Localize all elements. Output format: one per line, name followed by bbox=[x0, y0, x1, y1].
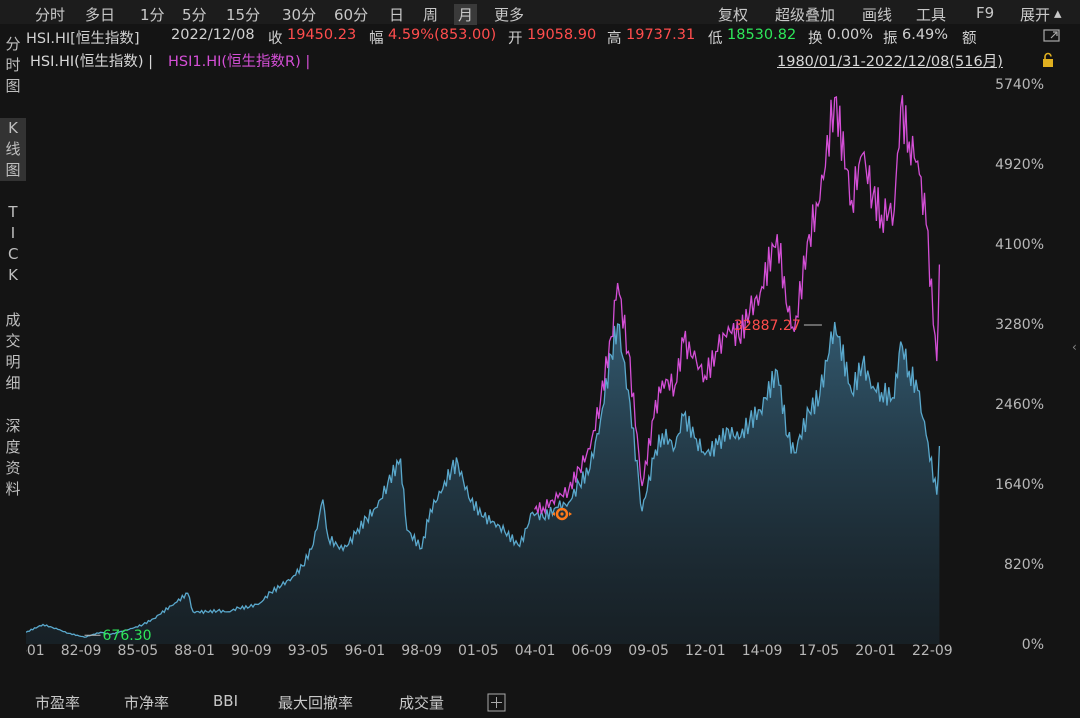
collapse-up-icon[interactable]: ▴ bbox=[1054, 4, 1062, 22]
period-toolbar: 分时 多日 1分 5分 15分 30分 60分日周月更多 复权 超级叠加 画线 工具 F9 展开 ▴ bbox=[0, 0, 1080, 25]
high-label: 高 bbox=[607, 31, 622, 47]
period-tab-10[interactable]: 更多 bbox=[494, 4, 524, 25]
x-tick-label: 82-09 bbox=[61, 643, 102, 659]
quote-bar: HSI.HI[恒生指数] 2022/12/08 收 19450.23 幅 4.5… bbox=[0, 25, 1080, 47]
x-tick-label: 85-05 bbox=[118, 643, 159, 659]
amplitude-value: 6.49% bbox=[902, 27, 949, 43]
x-tick-label: 80-01 bbox=[26, 643, 45, 659]
turnover-label: 换 bbox=[808, 31, 823, 47]
tab-deal-label: 成交明细 bbox=[5, 311, 21, 392]
left-view-tabs: 分时图 K线图 TICK 成交明细 深度资料 bbox=[0, 30, 26, 670]
tab-kline-label: K线图 bbox=[5, 119, 21, 179]
low-annotation: 676.30 bbox=[103, 628, 152, 644]
toolbar-action-4[interactable]: F9 bbox=[976, 4, 994, 22]
period-tab-8[interactable]: 周 bbox=[423, 4, 438, 25]
toolbar-action-3[interactable]: 工具 bbox=[916, 4, 946, 25]
y-tick-label: 0% bbox=[1022, 637, 1044, 653]
x-tick-label: 93-05 bbox=[288, 643, 329, 659]
tab-depth[interactable]: 深度资料 bbox=[0, 416, 26, 500]
tab-fenshi-label: 分时图 bbox=[5, 35, 21, 95]
period-tab-3[interactable]: 5分 bbox=[182, 4, 207, 25]
quote-symbol[interactable]: HSI.HI[恒生指数] bbox=[26, 27, 140, 48]
toolbar-action-5[interactable]: 展开 bbox=[1020, 4, 1050, 25]
toolbar-action-0[interactable]: 复权 bbox=[718, 4, 748, 25]
y-tick-label: 4920% bbox=[995, 157, 1044, 173]
series-legend: HSI.HI(恒生指数) | HSI1.HI(恒生指数R) | 1980/01/… bbox=[0, 48, 1080, 70]
x-tick-label: 04-01 bbox=[515, 643, 556, 659]
indicator-tab-3[interactable]: 最大回撤率 bbox=[278, 692, 353, 713]
close-label: 收 bbox=[268, 31, 283, 47]
indicator-tab-2[interactable]: BBI bbox=[213, 692, 238, 710]
y-tick-label: 4100% bbox=[995, 237, 1044, 253]
period-tab-9[interactable]: 月 bbox=[454, 4, 478, 25]
indicator-tab-0[interactable]: 市盈率 bbox=[35, 692, 80, 713]
x-tick-label: 14-09 bbox=[742, 643, 783, 659]
high-annotation: 32887.27 bbox=[734, 318, 801, 334]
x-tick-label: 96-01 bbox=[345, 643, 386, 659]
hsi-area-fill bbox=[26, 322, 940, 644]
indicator-tab-4[interactable]: 成交量 bbox=[399, 692, 444, 713]
tab-depth-label: 深度资料 bbox=[5, 417, 21, 498]
tab-kline[interactable]: K线图 bbox=[0, 118, 26, 181]
x-tick-label: 09-05 bbox=[628, 643, 669, 659]
low-value: 18530.82 bbox=[727, 27, 797, 43]
legend-series-hsi-r[interactable]: HSI1.HI(恒生指数R) | bbox=[168, 50, 310, 71]
period-tab-7[interactable]: 日 bbox=[389, 4, 404, 25]
y-tick-label: 820% bbox=[1004, 557, 1044, 573]
x-tick-label: 88-01 bbox=[174, 643, 215, 659]
change-label: 幅 bbox=[369, 31, 384, 47]
amplitude-label: 振 bbox=[883, 31, 898, 47]
low-label: 低 bbox=[708, 31, 723, 47]
x-tick-label: 22-09 bbox=[912, 643, 953, 659]
add-indicator-icon[interactable] bbox=[487, 693, 507, 713]
collapse-right-icon[interactable]: ‹ bbox=[1072, 340, 1080, 370]
y-tick-label: 1640% bbox=[995, 477, 1044, 493]
x-axis: 80-01 82-09 85-05 88-01 90-09 93-05 96-01 98-09… bbox=[26, 643, 953, 659]
lock-icon[interactable] bbox=[1040, 52, 1056, 68]
y-axis: 0% 820% 1640% 2460% 3280% 4100% 4920% 5740% bbox=[995, 77, 1044, 653]
x-tick-label: 98-09 bbox=[401, 643, 442, 659]
period-tab-6[interactable]: 60分 bbox=[334, 4, 368, 25]
tab-tick[interactable]: TICK bbox=[0, 202, 26, 286]
y-tick-label: 3280% bbox=[995, 317, 1044, 333]
x-tick-label: 90-09 bbox=[231, 643, 272, 659]
period-tab-1[interactable]: 多日 bbox=[85, 4, 115, 25]
x-tick-label: 20-01 bbox=[855, 643, 896, 659]
quote-date: 2022/12/08 bbox=[171, 27, 255, 43]
x-tick-label: 12-01 bbox=[685, 643, 726, 659]
period-tab-0[interactable]: 分时 bbox=[35, 4, 65, 25]
toolbar-action-1[interactable]: 超级叠加 bbox=[775, 4, 835, 25]
close-value: 19450.23 bbox=[287, 27, 357, 43]
x-tick-label: 06-09 bbox=[572, 643, 613, 659]
open-label: 开 bbox=[508, 31, 523, 47]
y-tick-label: 2460% bbox=[995, 397, 1044, 413]
x-tick-label: 17-05 bbox=[799, 643, 840, 659]
x-tick-label: 01-05 bbox=[458, 643, 499, 659]
tab-deal-detail[interactable]: 成交明细 bbox=[0, 310, 26, 394]
turnover-value: 0.00% bbox=[827, 27, 874, 43]
expand-window-icon[interactable] bbox=[1042, 28, 1062, 44]
y-tick-label: 5740% bbox=[995, 77, 1044, 93]
period-tab-4[interactable]: 15分 bbox=[226, 4, 260, 25]
amount-label: 额 bbox=[962, 31, 977, 47]
date-range[interactable]: 1980/01/31-2022/12/08(516月) bbox=[777, 50, 1003, 71]
open-value: 19058.90 bbox=[527, 27, 597, 43]
indicator-tabs: 市盈率 市净率 BBI 最大回撤率 成交量 bbox=[0, 690, 1080, 718]
toolbar-action-2[interactable]: 画线 bbox=[862, 4, 892, 25]
tab-fenshi[interactable]: 分时图 bbox=[0, 34, 26, 97]
indicator-tab-1[interactable]: 市净率 bbox=[124, 692, 169, 713]
period-tab-2[interactable]: 1分 bbox=[140, 4, 165, 25]
legend-series-hsi[interactable]: HSI.HI(恒生指数) | bbox=[30, 50, 153, 71]
high-value: 19737.31 bbox=[626, 27, 696, 43]
period-tab-5[interactable]: 30分 bbox=[282, 4, 316, 25]
tab-tick-label: TICK bbox=[8, 203, 19, 284]
change-value: 4.59%(853.00) bbox=[388, 27, 497, 43]
price-chart[interactable]: 0% 820% 1640% 2460% 3280% 4100% 4920% 5740% 80-… bbox=[26, 72, 1056, 662]
